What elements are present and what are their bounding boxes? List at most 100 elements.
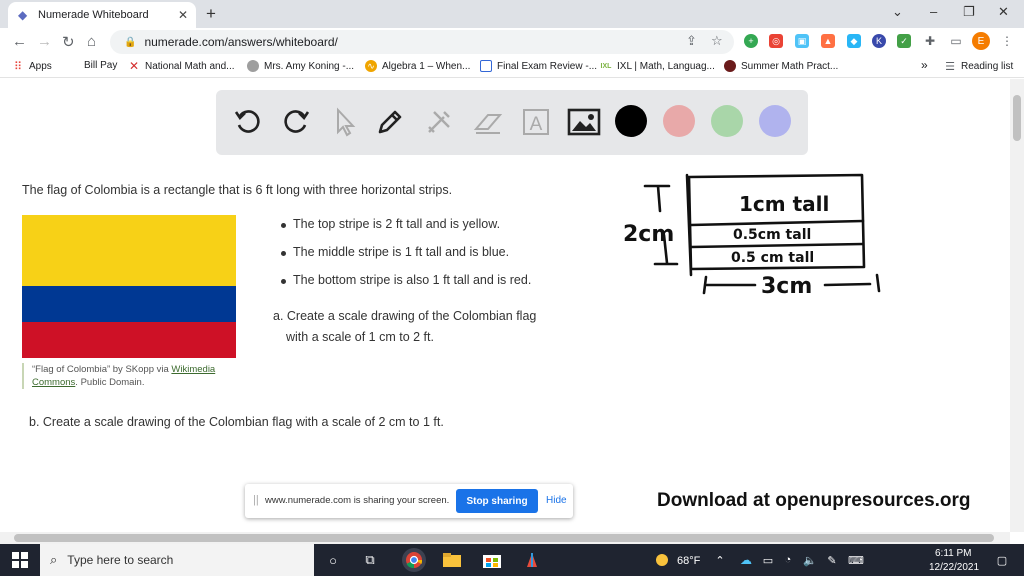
hide-button[interactable]: Hide [546, 495, 567, 506]
tab-strip: ◆ Numerade Whiteboard ✕ + ⌄ – ❐ ✕ [0, 0, 1024, 28]
pen-icon[interactable] [372, 104, 408, 140]
undo-icon[interactable] [230, 104, 266, 140]
bullet-middle-stripe: The middle stripe is 1 ft tall and is bl… [293, 245, 510, 259]
pointer-icon[interactable] [326, 104, 362, 140]
drag-handle-icon[interactable]: || [253, 494, 259, 506]
keyboard-icon[interactable]: ⌨ [846, 550, 866, 570]
horizontal-scroll-thumb[interactable] [14, 534, 994, 542]
profile-avatar[interactable]: E [972, 32, 990, 50]
reload-icon[interactable]: ↻ [62, 33, 75, 51]
colombia-flag-image [22, 215, 236, 358]
puzzle-icon[interactable]: ✚ [923, 34, 937, 48]
bullet-dot-icon [281, 251, 286, 256]
bookmark-ixl[interactable]: IXL IXL | Math, Languag... [600, 60, 715, 72]
pen-workspace-icon[interactable]: ✎ [822, 550, 842, 570]
share-icon[interactable]: ⇪ [686, 33, 697, 49]
network-icon[interactable]: ▭ [758, 550, 778, 570]
bookmark-star-icon[interactable]: ☆ [711, 33, 723, 49]
bookmarks-bar: ⠿ Apps Bill Pay ✕ National Math and... M… [0, 56, 1024, 78]
flag-blue-stripe [22, 286, 236, 322]
tools-icon[interactable] [421, 104, 457, 140]
bookmark-summer-math[interactable]: Summer Math Pract... [724, 60, 838, 72]
task-view-icon[interactable]: ⧉ [360, 550, 380, 570]
horizontal-scrollbar[interactable] [0, 532, 1010, 544]
color-swatch-black[interactable] [615, 105, 647, 137]
forward-arrow-icon[interactable]: → [37, 33, 52, 50]
handwritten-bottom-dim: 3cm [761, 274, 812, 299]
eraser-icon[interactable] [470, 104, 506, 140]
color-swatch-purple[interactable] [759, 105, 791, 137]
handwritten-top-stripe-label: 1cm tall [739, 192, 829, 216]
bookmark-final-exam[interactable]: Final Exam Review -... [480, 60, 597, 72]
tab-close-icon[interactable]: ✕ [178, 8, 188, 22]
bookmark-algebra-1[interactable]: ∿ Algebra 1 – When... [365, 60, 470, 72]
color-swatch-green[interactable] [711, 105, 743, 137]
weather-temp: 68°F [677, 555, 701, 567]
minimize-button[interactable]: – [930, 4, 937, 19]
tab-numerade-whiteboard[interactable]: ◆ Numerade Whiteboard ✕ [8, 2, 196, 28]
bookmark-apps[interactable]: ⠿ Apps [12, 60, 52, 73]
home-icon[interactable]: ⌂ [87, 33, 96, 50]
extension-k-icon[interactable]: K [872, 34, 886, 48]
store-icon[interactable] [482, 550, 502, 570]
stop-sharing-button[interactable]: Stop sharing [456, 489, 538, 513]
text-icon[interactable]: A [518, 104, 554, 140]
weather-icon[interactable] [652, 550, 672, 570]
ixl-icon: IXL [600, 60, 612, 72]
whiteboard-toolbar: A [216, 90, 808, 155]
chevron-down-icon[interactable]: ⌄ [892, 4, 903, 20]
extension-diamond-icon[interactable]: ◆ [847, 34, 861, 48]
taskbar-search-box[interactable]: ⌕ Type here to search [40, 544, 314, 576]
globe-icon [247, 60, 259, 72]
bullet-top-stripe: The top stripe is 2 ft tall and is yello… [293, 217, 501, 231]
vertical-scrollbar[interactable] [1010, 79, 1024, 532]
wikimedia-link[interactable]: Wikimedia [171, 364, 215, 375]
commons-link[interactable]: Commons [32, 377, 75, 388]
color-swatch-pink[interactable] [663, 105, 695, 137]
flag-yellow-stripe [22, 215, 236, 286]
extension-orange-icon[interactable]: ▲ [821, 34, 835, 48]
bullet-dot-icon [281, 223, 286, 228]
browser-toolbar: ← → ↻ ⌂ 🔒 numerade.com/answers/whiteboar… [0, 28, 1024, 56]
chevron-up-icon[interactable]: ⌃ [710, 550, 730, 570]
bookmarks-overflow-button[interactable]: » [921, 58, 928, 72]
app-red-icon[interactable] [522, 550, 542, 570]
extension-plus-icon[interactable]: + [744, 34, 758, 48]
reading-list-button[interactable]: ☰ Reading list [944, 60, 1013, 73]
bullet-dot-icon [281, 279, 286, 284]
image-icon[interactable] [566, 104, 602, 140]
notifications-icon[interactable]: ▢ [992, 550, 1012, 570]
tab-title: Numerade Whiteboard [38, 9, 149, 21]
redo-icon[interactable] [278, 104, 314, 140]
bookmark-amy-koning[interactable]: Mrs. Amy Koning -... [247, 60, 354, 72]
x-logo-icon: ✕ [128, 59, 140, 73]
chrome-icon[interactable] [402, 548, 426, 572]
windows-start-icon[interactable] [10, 550, 30, 570]
cortana-icon[interactable]: ○ [323, 550, 343, 570]
address-bar[interactable]: 🔒 numerade.com/answers/whiteboard/ [110, 30, 734, 54]
more-menu-icon[interactable]: ⋮ [1000, 34, 1014, 48]
bookmark-bill-pay[interactable]: Bill Pay [84, 60, 117, 71]
file-explorer-icon[interactable] [442, 550, 462, 570]
drawn-right-arrow [823, 273, 881, 293]
onedrive-icon[interactable]: ☁ [736, 550, 756, 570]
extension-red-icon[interactable]: ◎ [769, 34, 783, 48]
back-arrow-icon[interactable]: ← [12, 33, 27, 50]
restore-button[interactable]: ❐ [963, 4, 975, 20]
drawn-middle-stripe-line [689, 242, 865, 249]
vertical-scroll-thumb[interactable] [1013, 95, 1021, 141]
volume-icon[interactable]: 🔈 [800, 550, 820, 570]
clock-date[interactable]: 12/22/2021 [929, 562, 979, 573]
extension-blue-icon[interactable]: ▣ [795, 34, 809, 48]
new-tab-button[interactable]: + [206, 4, 216, 24]
part-a-line1: a. Create a scale drawing of the Colombi… [273, 309, 537, 323]
wifi-icon[interactable]: ◔ [778, 550, 798, 570]
cast-icon[interactable]: ▭ [949, 34, 963, 48]
clock-time[interactable]: 6:11 PM [935, 548, 972, 559]
bookmark-national-math[interactable]: ✕ National Math and... [128, 59, 235, 73]
handwritten-middle-stripe-label: 0.5cm tall [733, 227, 811, 243]
close-window-button[interactable]: ✕ [998, 4, 1009, 20]
drawn-top-stripe-line [689, 219, 865, 227]
page-content: A The flag of Colombia is a rectangle th… [0, 79, 1010, 532]
extension-green-icon[interactable]: ✓ [897, 34, 911, 48]
